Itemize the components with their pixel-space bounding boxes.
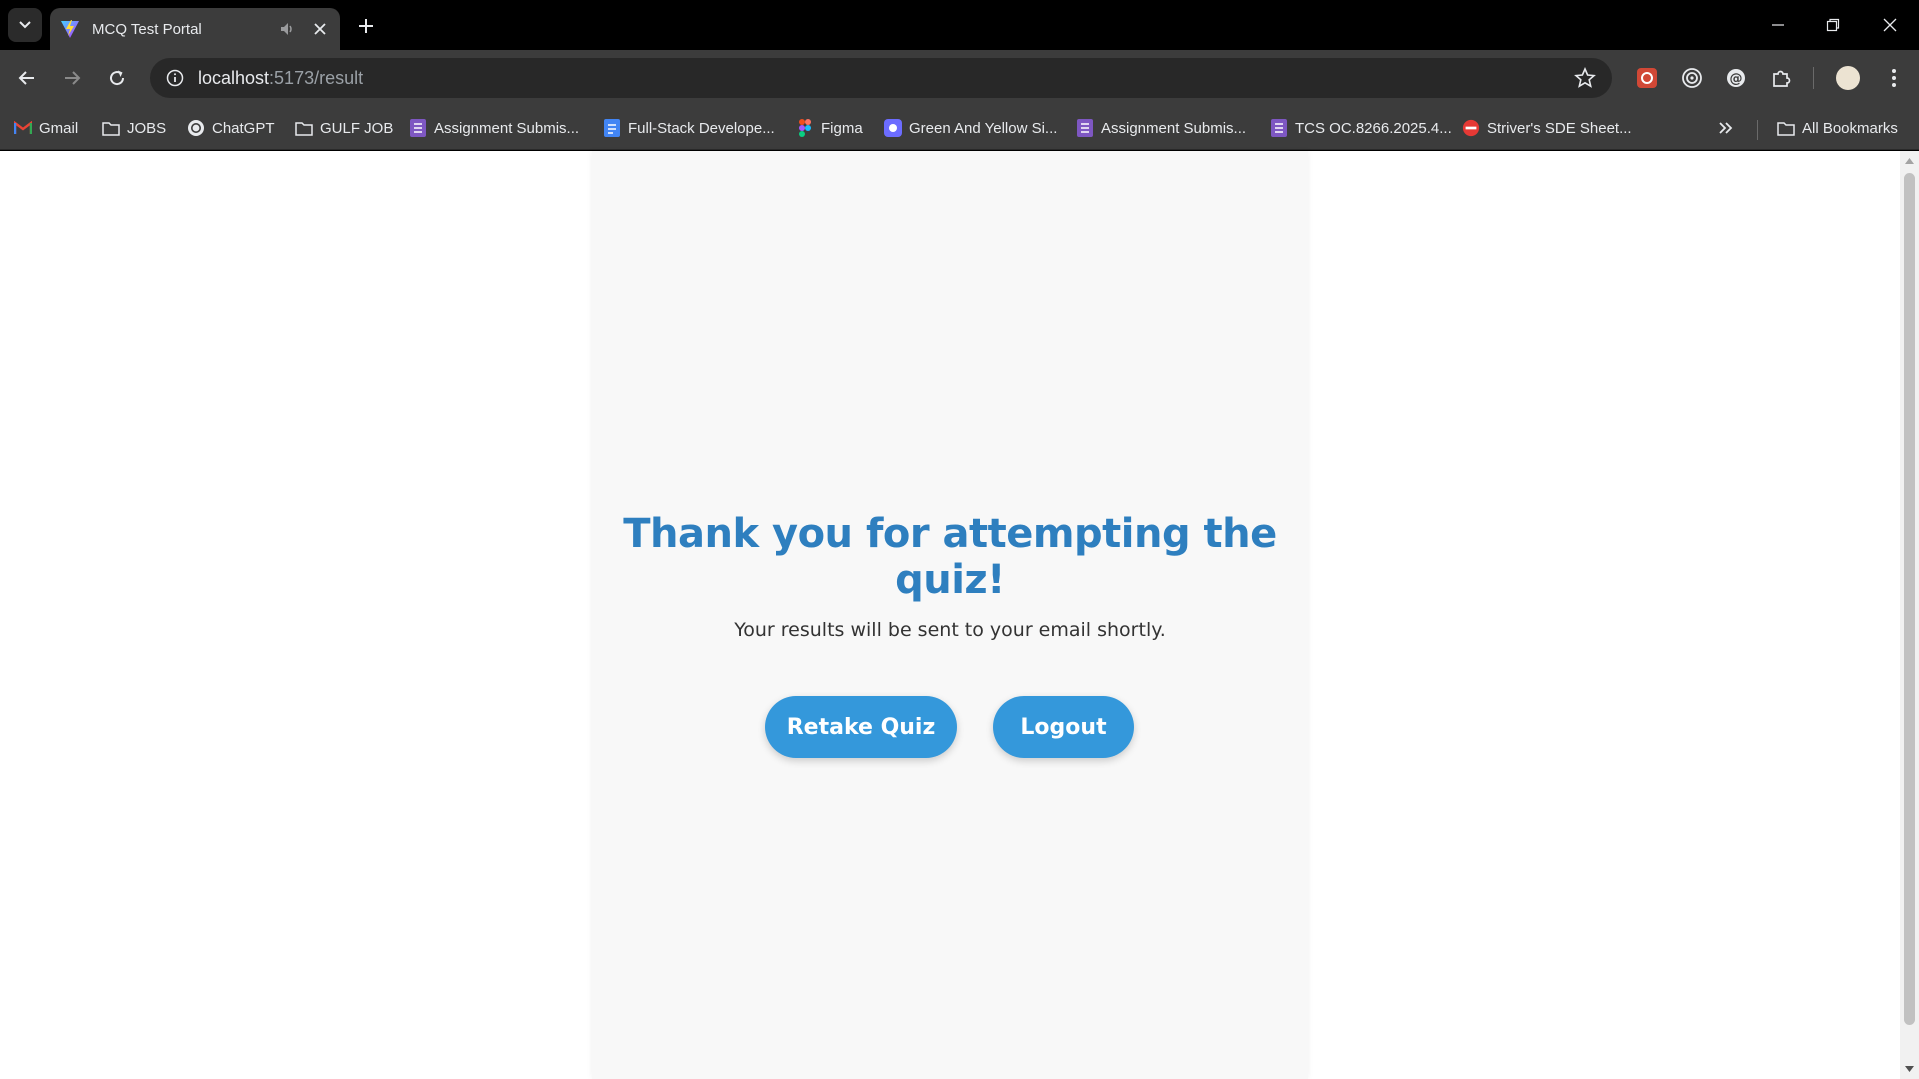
puzzle-icon	[1773, 70, 1791, 87]
arrow-left-icon	[18, 71, 34, 85]
menu-button[interactable]	[1880, 64, 1908, 92]
double-chevron-right-icon	[1719, 122, 1733, 134]
close-window-button[interactable]	[1870, 8, 1910, 42]
speaker-icon[interactable]	[278, 20, 296, 38]
profile-button[interactable]	[1834, 64, 1862, 92]
all-bookmarks-label: All Bookmarks	[1802, 119, 1898, 137]
bookmark-tcs[interactable]: TCS OC.8266.2025.4...	[1270, 116, 1452, 140]
triangle-down-icon	[1905, 1066, 1914, 1072]
tab-search-button[interactable]	[8, 8, 42, 42]
chevron-down-icon	[19, 21, 31, 29]
scroll-down-arrow[interactable]	[1900, 1061, 1919, 1077]
title-bar: MCQ Test Portal	[0, 0, 1919, 50]
minimize-icon	[1772, 24, 1784, 26]
active-tab[interactable]: MCQ Test Portal	[50, 8, 340, 50]
url-path: :5173/result	[269, 67, 364, 88]
bookmark-jobs[interactable]: JOBS	[102, 116, 166, 140]
address-bar[interactable]: localhost:5173/result	[150, 58, 1612, 98]
chatgpt-icon	[187, 119, 205, 137]
arrow-right-icon	[65, 71, 81, 85]
kebab-menu-icon	[1892, 69, 1896, 87]
close-icon	[314, 23, 326, 35]
result-message: Your results will be sent to your email …	[734, 619, 1166, 641]
scroll-thumb[interactable]	[1904, 173, 1915, 1025]
extensions-button[interactable]	[1767, 64, 1795, 92]
folder-icon	[1777, 119, 1795, 137]
vite-favicon-icon	[61, 20, 79, 38]
bookmark-label: TCS OC.8266.2025.4...	[1295, 119, 1452, 137]
bookmark-label: Full-Stack Develope...	[628, 119, 775, 137]
bookmark-label: Striver's SDE Sheet...	[1487, 119, 1632, 137]
info-icon	[166, 69, 184, 87]
logout-button[interactable]: Logout	[993, 696, 1134, 758]
bookmark-label: Figma	[821, 119, 863, 137]
plus-icon	[359, 19, 373, 33]
threads-icon: @	[1727, 69, 1745, 87]
form-icon	[409, 119, 427, 137]
bookmark-label: Assignment Submis...	[1101, 119, 1247, 137]
minimize-button[interactable]	[1758, 8, 1798, 42]
scroll-up-arrow[interactable]	[1900, 153, 1919, 169]
bookmarks-divider	[1757, 120, 1758, 140]
bookmark-striver[interactable]: Striver's SDE Sheet...	[1462, 116, 1632, 140]
reload-button[interactable]	[101, 62, 133, 94]
retake-quiz-button[interactable]: Retake Quiz	[765, 696, 957, 758]
target-icon	[1682, 68, 1702, 88]
forward-button[interactable]	[56, 62, 88, 94]
bookmark-label: Assignment Submis...	[434, 119, 580, 137]
restore-icon	[1826, 18, 1840, 32]
toolbar-divider	[1813, 67, 1814, 89]
bookmark-label: ChatGPT	[212, 119, 275, 137]
url-host: localhost	[198, 67, 270, 88]
extension-threads-button[interactable]: @	[1722, 64, 1750, 92]
gmail-icon	[14, 119, 32, 137]
bookmark-fullstack[interactable]: Full-Stack Develope...	[603, 116, 775, 140]
close-icon	[1883, 18, 1897, 32]
url-text: localhost:5173/result	[198, 68, 363, 89]
avatar	[1836, 66, 1860, 90]
back-button[interactable]	[11, 62, 43, 94]
bookmark-green-yellow[interactable]: Green And Yellow Si...	[884, 116, 1057, 140]
bookmark-gulf-job[interactable]: GULF JOB	[295, 116, 393, 140]
restore-button[interactable]	[1813, 8, 1853, 42]
browser-toolbar: localhost:5173/result @	[0, 50, 1919, 106]
bookmark-assignment-1[interactable]: Assignment Submis...	[409, 116, 579, 140]
bookmark-label: JOBS	[127, 119, 167, 137]
all-bookmarks-button[interactable]: All Bookmarks	[1777, 116, 1898, 140]
result-card: Thank you for attempting the quiz! Your …	[592, 151, 1308, 1079]
folder-icon	[295, 119, 313, 137]
page-title: Thank you for attempting the quiz!	[623, 511, 1277, 603]
site-info-button[interactable]	[162, 65, 188, 91]
extension-target-button[interactable]	[1678, 64, 1706, 92]
doc-icon	[603, 119, 621, 137]
folder-icon	[102, 119, 120, 137]
tab-title: MCQ Test Portal	[92, 20, 202, 38]
bookmark-gmail[interactable]: Gmail	[14, 116, 78, 140]
canva-icon	[884, 119, 902, 137]
bookmark-figma[interactable]: Figma	[796, 116, 863, 140]
star-icon[interactable]	[1574, 67, 1596, 89]
triangle-up-icon	[1905, 158, 1914, 164]
more-bookmarks-button[interactable]	[1718, 116, 1734, 140]
form-icon	[1270, 119, 1288, 137]
extension-red-icon	[1637, 68, 1657, 88]
figma-icon	[796, 119, 814, 137]
page-viewport: Thank you for attempting the quiz! Your …	[0, 151, 1919, 1079]
extension-red-button[interactable]	[1633, 64, 1661, 92]
bookmarks-bar: Gmail JOBS ChatGPT GULF JOB Assignment S…	[0, 106, 1919, 150]
tuf-icon	[1462, 119, 1480, 137]
new-tab-button[interactable]	[352, 12, 380, 40]
form-icon	[1076, 119, 1094, 137]
bookmark-label: GULF JOB	[320, 119, 394, 137]
reload-icon	[110, 70, 125, 86]
vertical-scrollbar[interactable]	[1900, 151, 1919, 1079]
bookmark-chatgpt[interactable]: ChatGPT	[187, 116, 275, 140]
svg-text:@: @	[1730, 72, 1743, 87]
tab-close-button[interactable]	[310, 19, 330, 39]
bookmark-label: Gmail	[39, 119, 79, 137]
bookmark-label: Green And Yellow Si...	[909, 119, 1058, 137]
bookmark-assignment-2[interactable]: Assignment Submis...	[1076, 116, 1246, 140]
